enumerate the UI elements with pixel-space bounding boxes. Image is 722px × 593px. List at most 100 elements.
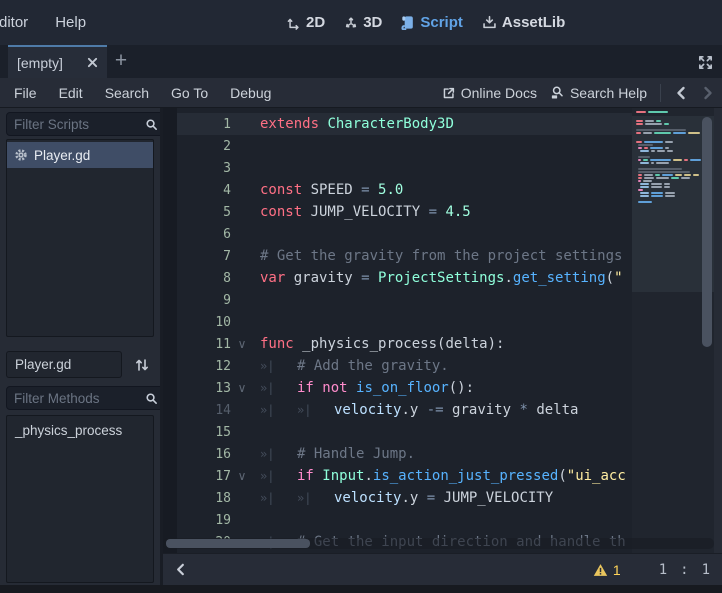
code-line[interactable]: 7# Get the gravity from the project sett… (163, 245, 632, 267)
history-forward-button[interactable] (701, 85, 715, 101)
code-line[interactable]: 13∨»|if not is_on_floor(): (163, 377, 632, 399)
cursor-position[interactable]: 1 : 1 (659, 562, 710, 578)
minimap-bar (654, 132, 671, 134)
minimap-row (636, 135, 701, 137)
code-line[interactable]: 6 (163, 223, 632, 245)
fold-arrow-icon[interactable]: ∨ (231, 381, 253, 395)
minimap-row (636, 129, 701, 131)
minimap-bar (671, 177, 679, 179)
filter-scripts-input[interactable] (12, 116, 145, 133)
menu-goto[interactable]: Go To (171, 85, 208, 101)
online-docs-label: Online Docs (461, 85, 537, 101)
editor-right-margin (714, 108, 722, 553)
code-token: JUMP_VELOCITY (311, 204, 421, 220)
filter-methods-input[interactable] (12, 390, 145, 407)
minimap-bar (638, 147, 642, 149)
code-line[interactable]: 15 (163, 421, 632, 443)
horizontal-scrollbar[interactable] (163, 538, 714, 549)
code-token: = (427, 490, 444, 506)
line-number: 19 (177, 513, 231, 528)
code-line[interactable]: 9 (163, 289, 632, 311)
screen-script-button[interactable]: Script (401, 14, 463, 31)
history-back-button[interactable] (674, 85, 688, 101)
code-token: get_setting (513, 270, 606, 286)
code-line[interactable]: 19 (163, 509, 632, 531)
editor-status-bar: 1 1 : 1 (163, 553, 722, 585)
tab-indent-marker: »| (297, 403, 334, 417)
collapse-sidebar-icon[interactable] (170, 560, 190, 580)
minimap-bar (638, 201, 652, 203)
minimap-bar (690, 159, 701, 161)
menu-debug[interactable]: Debug (230, 85, 271, 101)
method-list-item[interactable]: _physics_process (7, 416, 153, 438)
screen-3d-button[interactable]: 3D (344, 14, 382, 31)
code-line[interactable]: 4const SPEED = 5.0 (163, 179, 632, 201)
screen-2d-button[interactable]: 2D (287, 14, 325, 31)
minimap-bar (638, 174, 642, 176)
code-token: ProjectSettings (378, 270, 504, 286)
code-editor: 1extends CharacterBody3D2 3 4const SPEED =… (163, 108, 722, 585)
screen-3d-label: 3D (363, 14, 382, 31)
warning-icon (593, 563, 608, 577)
code-line[interactable]: 18»|»|velocity.y = JUMP_VELOCITY (163, 487, 632, 509)
menu-editor[interactable]: ditor (0, 14, 28, 31)
minimap-bar (643, 159, 648, 161)
fold-arrow-icon[interactable]: ∨ (231, 469, 253, 483)
minimap-row (638, 171, 701, 173)
minimap[interactable] (632, 108, 714, 553)
horizontal-scrollbar-thumb[interactable] (166, 539, 310, 548)
screen-assetlib-label: AssetLib (502, 14, 565, 31)
distraction-free-icon[interactable] (696, 53, 714, 71)
script-menu-right: Online Docs Search Help (442, 84, 715, 102)
code-line[interactable]: 1extends CharacterBody3D (163, 113, 632, 135)
code-line[interactable]: 11∨func _physics_process(delta): (163, 333, 632, 355)
code-token: delta (536, 402, 578, 418)
code-lines[interactable]: 1extends CharacterBody3D2 3 4const SPEED =… (163, 108, 632, 553)
search-help-button[interactable]: Search Help (550, 85, 647, 101)
code-text: const SPEED = 5.0 (260, 179, 403, 201)
code-line[interactable]: 3 (163, 157, 632, 179)
minimap-row (638, 189, 701, 191)
new-tab-button[interactable]: + (109, 47, 133, 75)
tab-close-icon[interactable] (87, 57, 98, 68)
minimap-bar (638, 171, 690, 173)
screen-assetlib-button[interactable]: AssetLib (482, 14, 565, 31)
minimap-bar (655, 174, 660, 176)
code-line[interactable]: 2 (163, 135, 632, 157)
line-number: 18 (177, 491, 231, 506)
code-token: (delta): (437, 336, 504, 352)
code-token: . (364, 468, 372, 484)
minimap-row (636, 117, 701, 119)
menu-search[interactable]: Search (105, 85, 149, 101)
code-line[interactable]: 14»|»|velocity.y -= gravity * delta (163, 399, 632, 421)
warnings-indicator[interactable]: 1 (593, 562, 621, 578)
minimap-bar (636, 123, 643, 125)
code-line[interactable]: 8var gravity = ProjectSettings.get_setti… (163, 267, 632, 289)
code-token: is_on_floor (356, 380, 449, 396)
online-docs-button[interactable]: Online Docs (442, 85, 537, 101)
line-number: 3 (177, 161, 231, 176)
fold-arrow-icon[interactable]: ∨ (231, 337, 253, 351)
menu-edit[interactable]: Edit (59, 85, 83, 101)
minimap-bar (643, 132, 652, 134)
menu-file[interactable]: File (14, 85, 37, 101)
script-list-item-player[interactable]: Player.gd (7, 142, 153, 168)
minimap-bar (651, 150, 655, 152)
minimap-row (638, 156, 701, 158)
code-line[interactable]: 16»|# Handle Jump. (163, 443, 632, 465)
code-line[interactable]: 17∨»|if Input.is_action_just_pressed("ui… (163, 465, 632, 487)
code-token: # Get the gravity from the project setti… (260, 248, 622, 264)
minimap-bar (665, 195, 675, 197)
minimap-bar (638, 180, 641, 182)
code-line[interactable]: 5const JUMP_VELOCITY = 4.5 (163, 201, 632, 223)
sort-methods-icon[interactable] (129, 353, 155, 377)
code-line[interactable]: 12»|# Add the gravity. (163, 355, 632, 377)
main-menus: ditor Help (0, 0, 86, 45)
code-line[interactable]: 10 (163, 311, 632, 333)
code-token: JUMP_VELOCITY (444, 490, 554, 506)
code-token: func (260, 336, 302, 352)
menu-help[interactable]: Help (55, 14, 86, 31)
script-tab-empty[interactable]: [empty] (8, 45, 107, 78)
vertical-scrollbar-thumb[interactable] (702, 117, 712, 347)
code-token: var (260, 270, 294, 286)
